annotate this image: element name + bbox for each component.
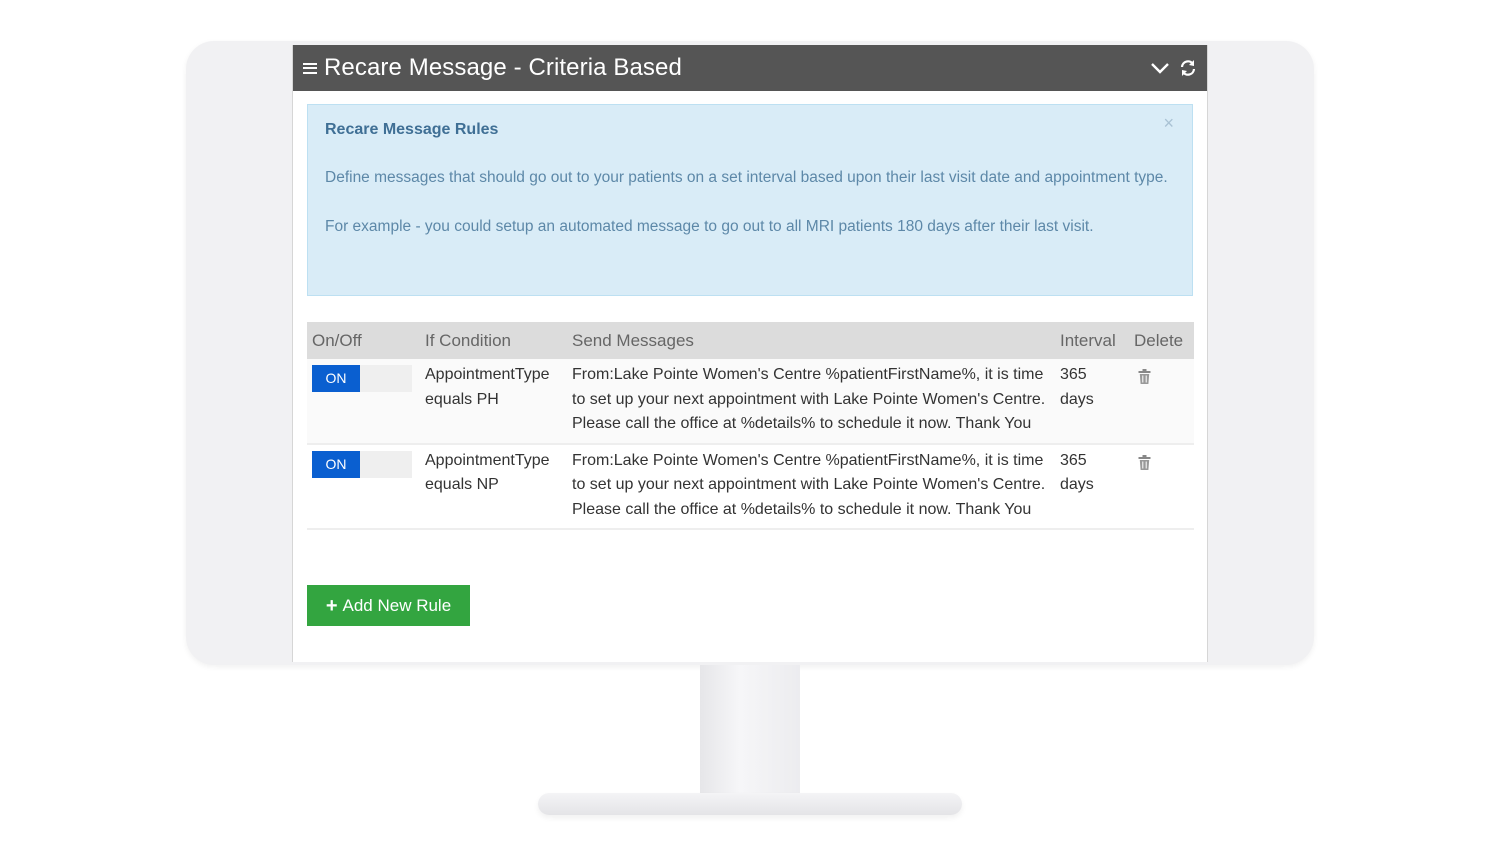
toggle-on-label: ON: [312, 450, 360, 478]
delete-cell: [1129, 443, 1194, 530]
header-message: Send Messages: [567, 322, 1055, 359]
plus-icon: +: [325, 594, 338, 617]
trash-icon[interactable]: [1138, 369, 1151, 384]
add-new-rule-label: Add New Rule: [342, 595, 452, 615]
table-header-row: On/Off If Condition Send Messages Interv…: [307, 322, 1194, 359]
hamburger-icon[interactable]: [303, 62, 317, 74]
condition-cell: AppointmentType equals NP: [420, 443, 567, 530]
message-cell: From:Lake Pointe Women's Centre %patient…: [567, 359, 1055, 445]
header-condition: If Condition: [420, 322, 567, 359]
info-alert: × Recare Message Rules Define messages t…: [307, 104, 1193, 296]
panel-actions: [1151, 59, 1197, 77]
add-new-rule-button[interactable]: + Add New Rule: [307, 585, 470, 626]
toggle-off-area: [360, 450, 412, 478]
panel-title: Recare Message - Criteria Based: [324, 54, 682, 81]
toggle-on-label: ON: [312, 365, 360, 392]
panel-header: Recare Message - Criteria Based: [293, 45, 1207, 91]
monitor-stand-base: [538, 793, 962, 815]
trash-icon[interactable]: [1138, 454, 1151, 470]
alert-example: For example - you could setup an automat…: [325, 218, 1094, 235]
onoff-cell: ON: [307, 443, 420, 530]
on-off-toggle[interactable]: ON: [312, 365, 415, 392]
rules-table: On/Off If Condition Send Messages Interv…: [307, 322, 1194, 530]
monitor-stand-neck: [700, 665, 800, 805]
interval-cell: 365 days: [1055, 443, 1129, 530]
delete-cell: [1129, 359, 1194, 445]
message-cell: From:Lake Pointe Women's Centre %patient…: [567, 443, 1055, 530]
header-delete: Delete: [1129, 322, 1194, 359]
refresh-icon[interactable]: [1179, 59, 1197, 77]
alert-title: Recare Message Rules: [325, 121, 499, 138]
condition-cell: AppointmentType equals PH: [420, 359, 567, 445]
alert-description: Define messages that should go out to yo…: [325, 169, 1168, 186]
header-interval: Interval: [1055, 322, 1129, 359]
interval-cell: 365 days: [1055, 359, 1129, 445]
on-off-toggle[interactable]: ON: [312, 450, 415, 478]
chevron-down-icon[interactable]: [1151, 62, 1169, 74]
app-panel: Recare Message - Criteria Based × Recare…: [292, 45, 1208, 662]
table-row: ON AppointmentType equals NP From:Lake P…: [307, 443, 1194, 530]
close-icon[interactable]: ×: [1163, 111, 1174, 136]
table-row: ON AppointmentType equals PH From:Lake P…: [307, 359, 1194, 445]
onoff-cell: ON: [307, 359, 420, 445]
toggle-off-area: [360, 365, 412, 392]
header-onoff: On/Off: [307, 322, 420, 359]
